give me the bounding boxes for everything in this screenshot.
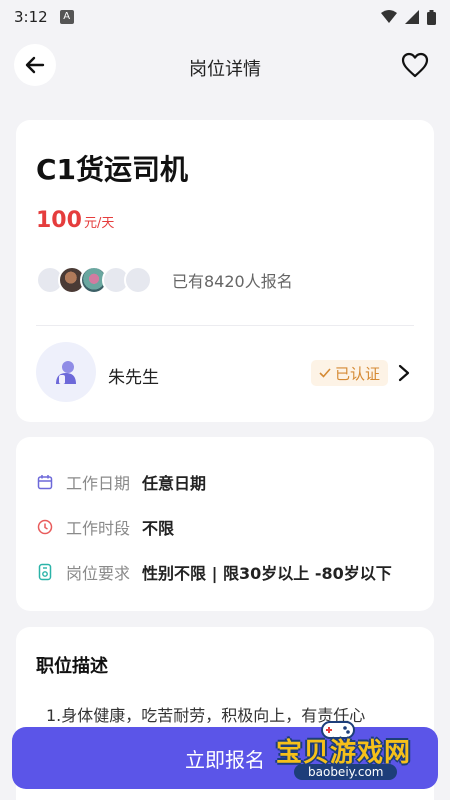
status-time: 3:12 (14, 8, 48, 26)
notification-icon: A (59, 10, 74, 24)
info-row-requirements: 岗位要求 性别不限 | 限30岁以上 -80岁以下 (36, 560, 392, 584)
salary: 100 元/天 (36, 208, 114, 233)
info-label: 工作时段 (66, 519, 131, 538)
employer-avatar (36, 342, 96, 402)
divider (36, 325, 414, 326)
apply-label: 立即报名 (185, 747, 265, 772)
signup-count: 已有8420人报名 (172, 272, 293, 291)
info-value: 不限 (142, 519, 175, 538)
info-row-work-date: 工作日期 任意日期 (36, 470, 206, 494)
apply-button[interactable]: 立即报名 (12, 727, 438, 789)
favorite-button[interactable] (400, 50, 430, 80)
avatar (124, 266, 152, 294)
info-label: 岗位要求 (66, 564, 131, 583)
page-title: 岗位详情 (189, 59, 261, 80)
wifi-icon (381, 10, 397, 23)
info-row-work-hours: 工作时段 不限 (36, 515, 174, 539)
description-title: 职位描述 (36, 656, 108, 677)
applicant-avatars (36, 266, 166, 294)
info-value: 性别不限 | 限30岁以上 -80岁以下 (142, 564, 392, 583)
user-icon (56, 361, 76, 384)
signal-icon (405, 10, 419, 24)
check-icon (319, 368, 331, 378)
info-value: 任意日期 (142, 474, 207, 493)
status-bar: 3:12 A (0, 0, 450, 34)
salary-unit: 元/天 (83, 216, 115, 231)
clock-icon (36, 518, 54, 536)
battery-icon (427, 9, 436, 25)
chevron-right-icon (398, 364, 410, 382)
top-bar: 岗位详情 (0, 38, 450, 94)
job-summary-card: C1货运司机 100 元/天 已有8420人报名 朱先生 已认证 (16, 120, 434, 422)
job-info-card: 工作日期 任意日期 工作时段 不限 岗位要求 性别不限 | 限30岁以上 -80… (16, 437, 434, 611)
calendar-icon (36, 473, 54, 491)
employer-detail-button[interactable] (394, 362, 414, 384)
description-text: 1.身体健康，吃苦耐劳，积极向上，有责任心 (46, 706, 366, 725)
salary-amount: 100 (36, 208, 82, 233)
employer-name[interactable]: 朱先生 (108, 363, 159, 388)
verified-badge: 已认证 (310, 360, 388, 386)
info-label: 工作日期 (66, 474, 131, 493)
heart-icon (401, 52, 429, 78)
job-title: C1货运司机 (36, 153, 189, 186)
status-right (381, 9, 436, 25)
requirement-icon (36, 563, 54, 581)
verified-label: 已认证 (334, 364, 380, 383)
